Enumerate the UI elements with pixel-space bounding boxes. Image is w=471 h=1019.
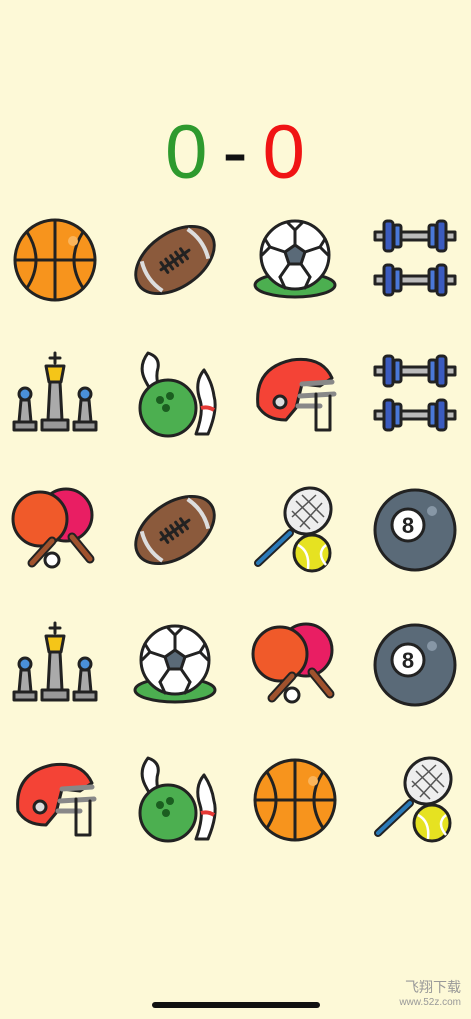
- chess-icon: [10, 620, 100, 710]
- svg-text:8: 8: [402, 513, 414, 538]
- memory-card[interactable]: [370, 215, 460, 305]
- soccer-ball-icon: [130, 620, 220, 710]
- home-indicator[interactable]: [152, 1002, 320, 1008]
- tennis-icon: [250, 485, 340, 575]
- football-helmet-icon: [10, 755, 100, 845]
- dumbbell-icon: [370, 350, 460, 440]
- memory-card[interactable]: [10, 755, 100, 845]
- memory-card[interactable]: [250, 215, 340, 305]
- memory-card[interactable]: 8: [370, 485, 460, 575]
- memory-card[interactable]: [130, 755, 220, 845]
- bowling-icon: [130, 350, 220, 440]
- basketball-icon: [10, 215, 100, 305]
- football-helmet-icon: [250, 350, 340, 440]
- dumbbell-icon: [370, 215, 460, 305]
- ping-pong-icon: [10, 485, 100, 575]
- memory-card[interactable]: [10, 485, 100, 575]
- watermark: 飞翔下载 www.52z.com: [399, 979, 461, 1011]
- memory-card[interactable]: [250, 485, 340, 575]
- chess-icon: [10, 350, 100, 440]
- memory-card[interactable]: [130, 485, 220, 575]
- memory-card[interactable]: [130, 215, 220, 305]
- bowling-icon: [130, 755, 220, 845]
- watermark-text: 飞翔下载: [405, 979, 461, 995]
- memory-card[interactable]: [250, 620, 340, 710]
- memory-card[interactable]: [10, 350, 100, 440]
- memory-card[interactable]: [370, 350, 460, 440]
- eight-ball-icon: 8: [370, 620, 460, 710]
- svg-text:8: 8: [402, 648, 414, 673]
- soccer-ball-icon: [250, 215, 340, 305]
- memory-card-grid: 88: [0, 0, 471, 900]
- memory-card[interactable]: [130, 620, 220, 710]
- memory-card[interactable]: [250, 755, 340, 845]
- eight-ball-icon: 8: [370, 485, 460, 575]
- football-icon: [130, 215, 220, 305]
- basketball-icon: [250, 755, 340, 845]
- memory-card[interactable]: 8: [370, 620, 460, 710]
- memory-card[interactable]: [10, 215, 100, 305]
- memory-card[interactable]: [130, 350, 220, 440]
- memory-card[interactable]: [250, 350, 340, 440]
- ping-pong-icon: [250, 620, 340, 710]
- memory-card[interactable]: [10, 620, 100, 710]
- memory-card[interactable]: [370, 755, 460, 845]
- football-icon: [130, 485, 220, 575]
- tennis-icon: [370, 755, 460, 845]
- watermark-site: www.52z.com: [399, 997, 461, 1008]
